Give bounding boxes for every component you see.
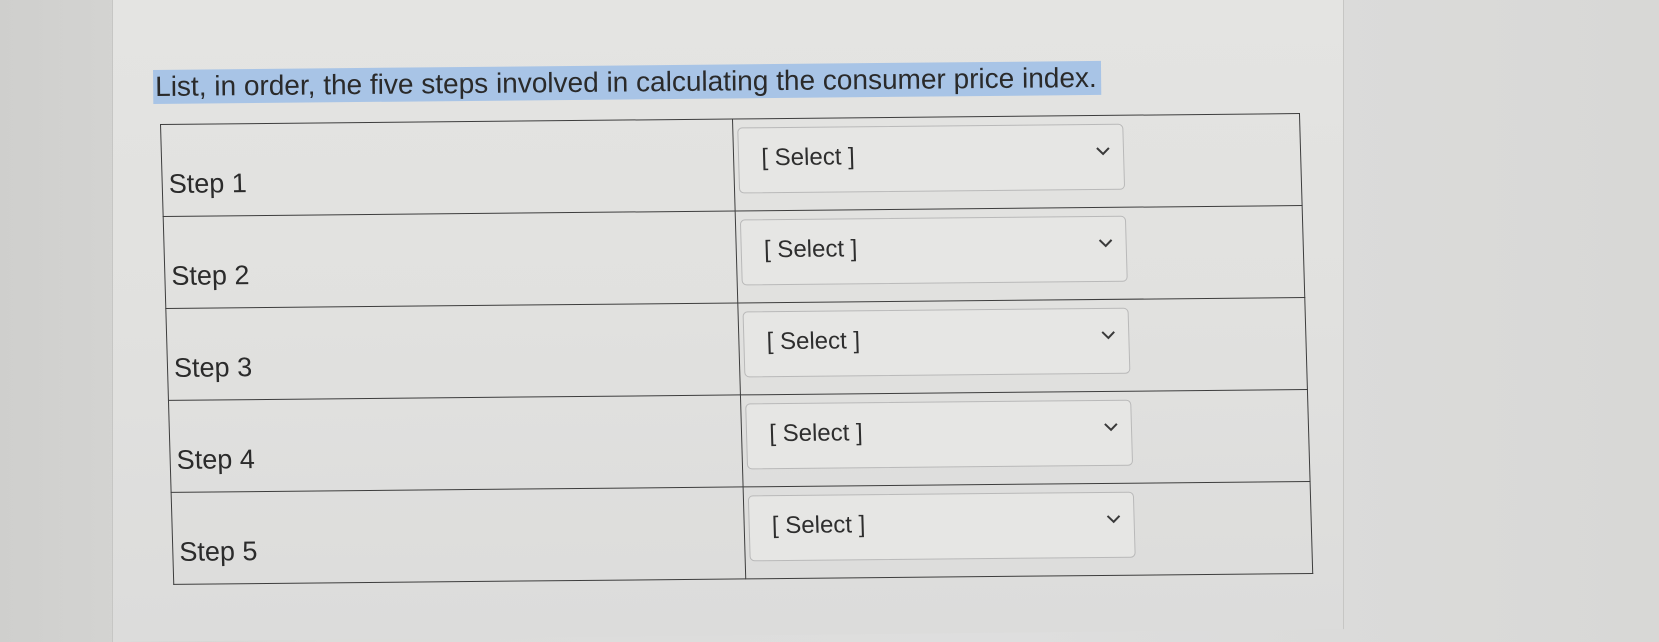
step-label-cell: Step 4	[168, 394, 744, 493]
step-1-select[interactable]: [ Select ]	[737, 123, 1126, 194]
chevron-down-icon	[1096, 147, 1110, 156]
step-label-cell: Step 5	[171, 486, 746, 585]
step-3-label: Step 3	[173, 352, 253, 383]
table-row: Step 4 [ Select ]	[168, 389, 1311, 493]
step-4-select[interactable]: [ Select ]	[745, 399, 1134, 470]
step-2-select-value: [ Select ]	[763, 235, 858, 264]
step-2-label: Step 2	[170, 260, 250, 291]
step-3-select[interactable]: [ Select ]	[742, 307, 1131, 378]
steps-table: Step 1 [ Select ] Step 2 [ Select ] Step…	[160, 113, 1313, 585]
chevron-down-icon	[1101, 331, 1116, 340]
step-5-select-value: [ Select ]	[771, 511, 866, 540]
step-select-cell: [ Select ]	[743, 481, 1313, 579]
chevron-down-icon	[1107, 515, 1121, 524]
step-4-label: Step 4	[176, 444, 256, 475]
step-label-cell: Step 1	[160, 119, 736, 217]
step-select-cell: [ Select ]	[732, 113, 1303, 211]
table-row: Step 1 [ Select ]	[160, 113, 1303, 217]
chevron-down-icon	[1099, 239, 1113, 248]
step-5-label: Step 5	[178, 536, 258, 567]
chevron-down-icon	[1104, 423, 1118, 432]
step-2-select[interactable]: [ Select ]	[740, 215, 1129, 286]
table-row: Step 5 [ Select ]	[171, 481, 1313, 585]
table-row: Step 3 [ Select ]	[165, 297, 1308, 401]
step-select-cell: [ Select ]	[735, 205, 1305, 303]
step-label-cell: Step 3	[165, 302, 741, 401]
step-1-select-value: [ Select ]	[760, 143, 856, 172]
table-row: Step 2 [ Select ]	[163, 205, 1305, 309]
step-4-select-value: [ Select ]	[768, 419, 864, 448]
step-1-label: Step 1	[168, 168, 248, 199]
step-select-cell: [ Select ]	[738, 297, 1308, 395]
step-5-select[interactable]: [ Select ]	[748, 491, 1136, 562]
step-select-cell: [ Select ]	[740, 389, 1311, 487]
step-3-select-value: [ Select ]	[766, 327, 861, 356]
step-label-cell: Step 2	[163, 210, 739, 309]
